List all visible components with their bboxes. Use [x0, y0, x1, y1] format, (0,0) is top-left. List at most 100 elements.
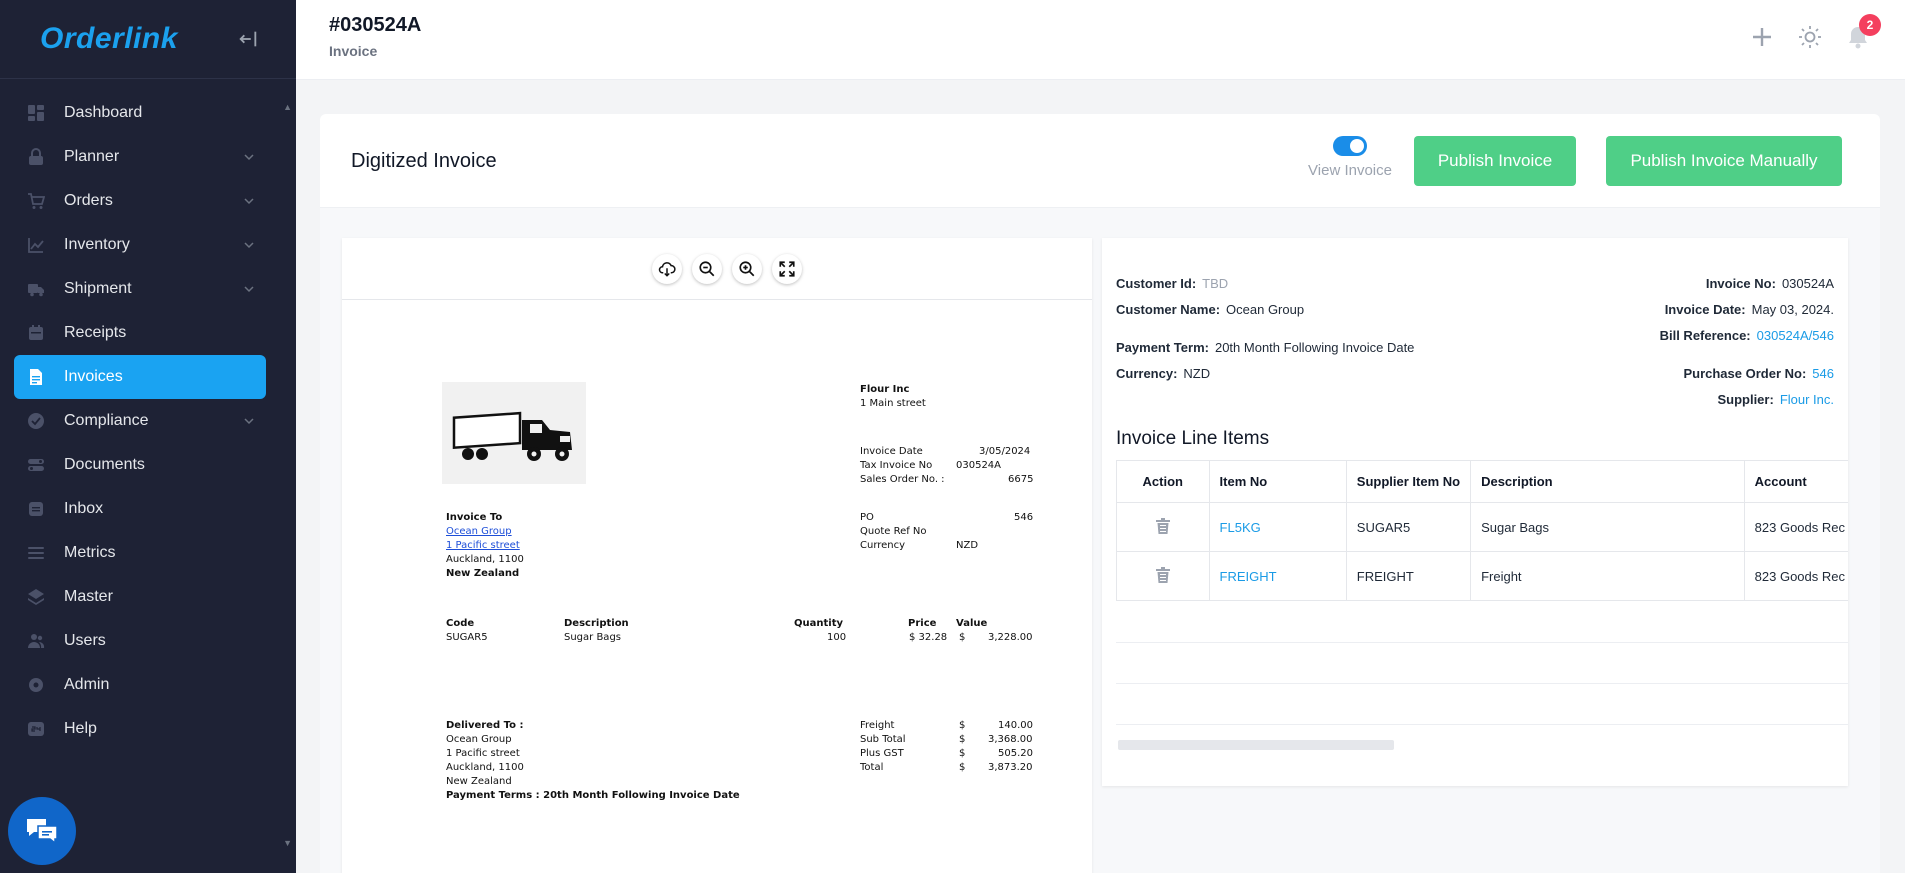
sidebar-nav: Dashboard Planner Orders Inventory Shipm… — [0, 91, 296, 751]
doc-col-description: Description — [564, 618, 629, 629]
publish-invoice-button[interactable]: Publish Invoice — [1414, 136, 1576, 186]
sun-icon[interactable] — [1797, 24, 1823, 50]
zoom-out-button[interactable] — [692, 253, 722, 284]
sidebar-item-compliance[interactable]: Compliance — [14, 399, 266, 443]
invoice-date-value: May 03, 2024. — [1751, 302, 1834, 317]
horizontal-scrollbar[interactable] — [1118, 740, 1394, 750]
sidebar-item-orders[interactable]: Orders — [14, 179, 266, 223]
sidebar-item-label: Admin — [64, 676, 110, 693]
digitized-invoice-card: Digitized Invoice View Invoice Publish I… — [320, 114, 1880, 873]
doc-invoice-date-value: 3/05/2024 — [979, 446, 1031, 457]
item-no-link[interactable]: FL5KG — [1208, 502, 1347, 552]
sidebar-item-users[interactable]: Users — [14, 619, 266, 663]
collapse-sidebar-icon[interactable] — [236, 27, 260, 51]
doc-invoice-to-name[interactable]: Ocean Group — [446, 526, 512, 537]
download-button[interactable] — [652, 253, 682, 284]
bell-icon[interactable]: 2 — [1845, 14, 1881, 50]
doc-seller-address: 1 Main street — [860, 398, 926, 409]
supplier-item-no-cell: SUGAR5 — [1345, 502, 1472, 552]
empty-row-divider — [1116, 724, 1848, 725]
doc-invoice-to-street[interactable]: 1 Pacific street — [446, 540, 520, 551]
column-header-description[interactable]: Description — [1470, 460, 1745, 503]
column-header-supplier-item-no[interactable]: Supplier Item No — [1345, 460, 1472, 503]
item-no-link[interactable]: FREIGHT — [1208, 551, 1347, 601]
sidebar-item-admin[interactable]: Admin — [14, 663, 266, 707]
account-cell: 823 Goods Rec — [1743, 551, 1848, 601]
notification-badge: 2 — [1859, 14, 1881, 36]
supplier-item-no-cell: FREIGHT — [1345, 551, 1472, 601]
chevron-down-icon — [244, 242, 254, 249]
sidebar-item-inventory[interactable]: Inventory — [14, 223, 266, 267]
sidebar-item-documents[interactable]: Documents — [14, 443, 266, 487]
sidebar-divider — [0, 78, 296, 79]
empty-row-divider — [1116, 642, 1848, 643]
doc-sales-order-value: 6675 — [1008, 474, 1034, 485]
top-header: #030524A Invoice 2 — [296, 0, 1905, 80]
view-invoice-label: View Invoice — [1308, 162, 1392, 179]
sidebar-item-dashboard[interactable]: Dashboard — [14, 91, 266, 135]
customer-name-field: Customer Name: Ocean Group — [1116, 302, 1304, 317]
doc-invoice-to-city: Auckland, 1100 — [446, 554, 524, 565]
doc-total-symbol: $ — [959, 748, 966, 759]
currency-field: Currency: NZD — [1116, 366, 1210, 381]
supplier-link[interactable]: Flour Inc. — [1780, 392, 1834, 407]
table-row: FREIGHT FREIGHT Freight 823 Goods Rec — [1116, 551, 1848, 601]
app-logo[interactable]: Orderlink — [40, 22, 178, 56]
admin-icon — [26, 675, 46, 695]
sidebar-item-metrics[interactable]: Metrics — [14, 531, 266, 575]
inbox-icon — [26, 499, 46, 519]
trash-icon[interactable] — [1155, 566, 1171, 584]
sidebar-item-label: Documents — [64, 456, 145, 473]
doc-po-label: PO — [860, 512, 874, 523]
zoom-in-button[interactable] — [732, 253, 762, 284]
doc-total-label: Freight — [860, 720, 895, 731]
doc-delivered-to-label: Delivered To : — [446, 720, 524, 731]
purchase-order-label: Purchase Order No: — [1683, 366, 1807, 381]
sidebar-item-master[interactable]: Master — [14, 575, 266, 619]
customer-name-label: Customer Name: — [1116, 302, 1221, 317]
payment-term-label: Payment Term: — [1116, 340, 1209, 355]
doc-total-value: 3,873.20 — [988, 762, 1033, 773]
chat-support-button[interactable] — [8, 797, 76, 865]
customer-id-value: TBD — [1202, 276, 1229, 291]
purchase-order-link[interactable]: 546 — [1812, 366, 1834, 381]
doc-col-value: Value — [956, 618, 988, 629]
trash-icon[interactable] — [1155, 517, 1171, 535]
sidebar-item-inbox[interactable]: Inbox — [14, 487, 266, 531]
doc-delivered-country: New Zealand — [446, 776, 512, 787]
publish-invoice-manually-button[interactable]: Publish Invoice Manually — [1606, 136, 1842, 186]
sidebar-scroll-down-icon[interactable]: ▼ — [283, 838, 292, 848]
currency-label: Currency: — [1116, 366, 1178, 381]
invoice-document: Flour Inc 1 Main street Invoice Date 3/0… — [342, 300, 1092, 873]
column-header-account[interactable]: Account — [1743, 460, 1848, 503]
doc-delivered-city: Auckland, 1100 — [446, 762, 524, 773]
toggle-knob — [1350, 139, 1364, 153]
bill-reference-link[interactable]: 030524A/546 — [1757, 328, 1834, 343]
sidebar-item-receipts[interactable]: Receipts — [14, 311, 266, 355]
doc-line-value-symbol: $ — [959, 632, 966, 643]
column-header-item-no[interactable]: Item No — [1208, 460, 1347, 503]
customer-id-field: Customer Id: TBD — [1116, 276, 1228, 291]
view-invoice-toggle[interactable] — [1333, 136, 1367, 156]
doc-delivered-name: Ocean Group — [446, 734, 512, 745]
description-cell: Sugar Bags — [1470, 502, 1745, 552]
planner-icon — [26, 147, 46, 167]
metrics-icon — [26, 543, 46, 563]
bill-reference-field: Bill Reference: 030524A/546 — [1660, 328, 1834, 343]
purchase-order-field: Purchase Order No: 546 — [1683, 366, 1834, 381]
layers-icon — [26, 587, 46, 607]
sidebar-item-planner[interactable]: Planner — [14, 135, 266, 179]
doc-sales-order-label: Sales Order No. : — [860, 474, 945, 485]
sidebar-item-label: Master — [64, 588, 113, 605]
fullscreen-button[interactable] — [772, 253, 802, 284]
sidebar-item-help[interactable]: Help — [14, 707, 266, 751]
truck-logo-image — [442, 382, 586, 484]
dashboard-icon — [26, 103, 46, 123]
sidebar-item-shipment[interactable]: Shipment — [14, 267, 266, 311]
plus-icon[interactable] — [1749, 24, 1775, 50]
sidebar-scroll-up-icon[interactable]: ▲ — [283, 102, 292, 112]
page-subtitle: Invoice — [329, 43, 378, 59]
sidebar-item-label: Orders — [64, 192, 113, 209]
doc-po-value: 546 — [1014, 512, 1034, 523]
sidebar-item-invoices[interactable]: Invoices — [14, 355, 266, 399]
